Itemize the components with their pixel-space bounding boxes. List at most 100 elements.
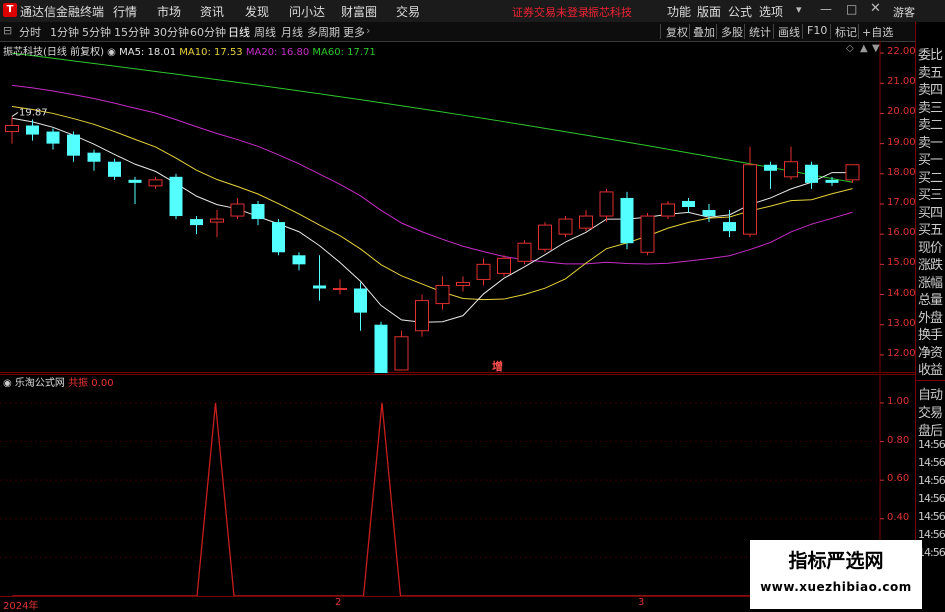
- close-icon[interactable]: ✕: [870, 1, 881, 16]
- btn-tongji[interactable]: 统计: [749, 24, 771, 40]
- tick-row-label: 14:56: [918, 492, 945, 505]
- candle-body: [661, 203, 675, 217]
- menu-zixun[interactable]: 资讯: [200, 3, 224, 20]
- menu-shichang[interactable]: 市场: [157, 3, 181, 20]
- candle-body: [108, 161, 121, 177]
- kline-chart[interactable]: 19.8711.28增 振芯科技(日线 前复权) ◉ MA5: 18.01 MA…: [0, 41, 916, 373]
- collapse-icon[interactable]: ⊟: [3, 24, 12, 37]
- quote-field-label: 收益: [918, 363, 943, 378]
- menu-gongshi[interactable]: 公式: [728, 3, 752, 20]
- candle: [558, 216, 573, 238]
- candle-body: [620, 197, 634, 244]
- minimize-icon[interactable]: —: [820, 2, 832, 16]
- indicator-series-value: 0.00: [91, 378, 114, 389]
- indicator-legend: ◉ 乐淘公式网 共振 0.00: [3, 374, 114, 389]
- price-tick-label: 16.00: [887, 227, 916, 239]
- tab-15min[interactable]: 15分钟: [114, 24, 150, 40]
- tab-monthly[interactable]: 月线: [281, 24, 303, 40]
- candle: [784, 146, 798, 180]
- tab-1min[interactable]: 1分钟: [50, 24, 79, 40]
- candle: [415, 294, 429, 337]
- toolbar-separator: [773, 24, 774, 39]
- legend-toggle-icon[interactable]: ◉: [107, 47, 116, 58]
- tab-30min[interactable]: 30分钟: [153, 24, 189, 40]
- btn-add-watchlist[interactable]: +自选: [862, 24, 893, 40]
- candle: [620, 191, 634, 250]
- tab-60min[interactable]: 60分钟: [190, 24, 226, 40]
- trade-login-status[interactable]: 证券交易未登录: [512, 4, 589, 20]
- candle: [251, 200, 265, 226]
- candle: [682, 197, 695, 214]
- candle-body: [456, 281, 470, 286]
- candle-body: [87, 152, 101, 162]
- menu-caifuquan[interactable]: 财富圈: [341, 3, 377, 20]
- date-label-mar: 3: [638, 597, 645, 608]
- tab-daily[interactable]: 日线: [228, 24, 250, 40]
- indicator-tick-label: 1.00: [887, 395, 910, 407]
- toolbar-separator: [716, 24, 717, 39]
- menu-jiaoyi[interactable]: 交易: [396, 3, 420, 20]
- candle: [764, 161, 777, 189]
- quote-field-label: 委比: [918, 48, 943, 63]
- btn-biaoji[interactable]: 标记: [835, 24, 857, 40]
- candle-body: [374, 324, 388, 373]
- candle-body: [354, 288, 367, 313]
- app-logo-icon: T: [3, 3, 17, 17]
- candle: [743, 146, 757, 238]
- indicator-tick-label: 0.60: [887, 473, 910, 485]
- kline-svg[interactable]: 19.8711.28增: [0, 41, 915, 373]
- app-title: 通达信金融终端: [20, 5, 105, 19]
- menu-xuanxiang[interactable]: 选项: [759, 3, 783, 20]
- btn-f10[interactable]: F10: [807, 24, 827, 37]
- ma5-label: MA5: 18.01: [119, 47, 177, 58]
- chart-up-icon[interactable]: ▲: [860, 43, 868, 54]
- more-chevron-icon[interactable]: ›: [366, 24, 370, 37]
- candle: [148, 176, 163, 189]
- diamond-icon[interactable]: ◇: [846, 43, 854, 54]
- quote-field-label: 涨幅: [918, 275, 943, 291]
- quote-field-label: 外盘: [918, 310, 943, 326]
- candle: [579, 210, 593, 232]
- candle: [210, 210, 224, 238]
- candle-body: [476, 263, 491, 280]
- candle: [333, 279, 347, 295]
- price-tick-label: 20.00: [887, 106, 916, 118]
- menu-hangqing[interactable]: 行情: [113, 3, 137, 20]
- chart-down-icon[interactable]: ▼: [872, 43, 880, 54]
- candle-body: [784, 161, 798, 178]
- guest-label[interactable]: 游客: [893, 4, 915, 20]
- candle-body: [210, 218, 224, 223]
- btn-fuquan[interactable]: 复权: [666, 24, 688, 40]
- indicator-toggle-icon[interactable]: ◉: [3, 378, 12, 389]
- high-marker-arrow: [11, 112, 19, 117]
- indicator-tick-label: 0.80: [887, 434, 910, 446]
- tab-5min[interactable]: 5分钟: [82, 24, 111, 40]
- candle-body: [845, 164, 860, 181]
- candle-body: [292, 255, 306, 265]
- menu-gongneng[interactable]: 功能: [667, 3, 691, 20]
- maximize-icon[interactable]: □: [846, 2, 857, 16]
- tick-row-label: 14:56: [918, 546, 945, 559]
- candle-body: [435, 284, 450, 305]
- menu-banmian[interactable]: 版面: [697, 3, 721, 20]
- menu-faxian[interactable]: 发现: [245, 3, 269, 20]
- tab-more[interactable]: 更多: [343, 24, 365, 40]
- tick-row-label: 14:56: [918, 438, 945, 451]
- btn-diejia[interactable]: 叠加: [693, 24, 715, 40]
- tab-fenshi[interactable]: 分时: [19, 24, 41, 40]
- price-tick-label: 18.00: [887, 166, 916, 178]
- menu-wenxiaoda[interactable]: 问小达: [289, 3, 325, 20]
- candle-body: [723, 222, 736, 232]
- tab-multi-period[interactable]: 多周期: [307, 24, 340, 40]
- candle: [435, 276, 450, 310]
- candle: [374, 321, 388, 373]
- btn-huaxian[interactable]: 画线: [778, 24, 800, 40]
- candle-body: [497, 257, 511, 274]
- tab-weekly[interactable]: 周线: [254, 24, 276, 40]
- candle-body: [825, 179, 839, 183]
- menu-dropdown-icon[interactable]: ▾: [796, 3, 802, 16]
- candle: [169, 173, 183, 220]
- quote-field-label: 买五: [918, 223, 943, 238]
- btn-duogu[interactable]: 多股: [721, 24, 743, 40]
- price-tick-label: 13.00: [887, 317, 916, 329]
